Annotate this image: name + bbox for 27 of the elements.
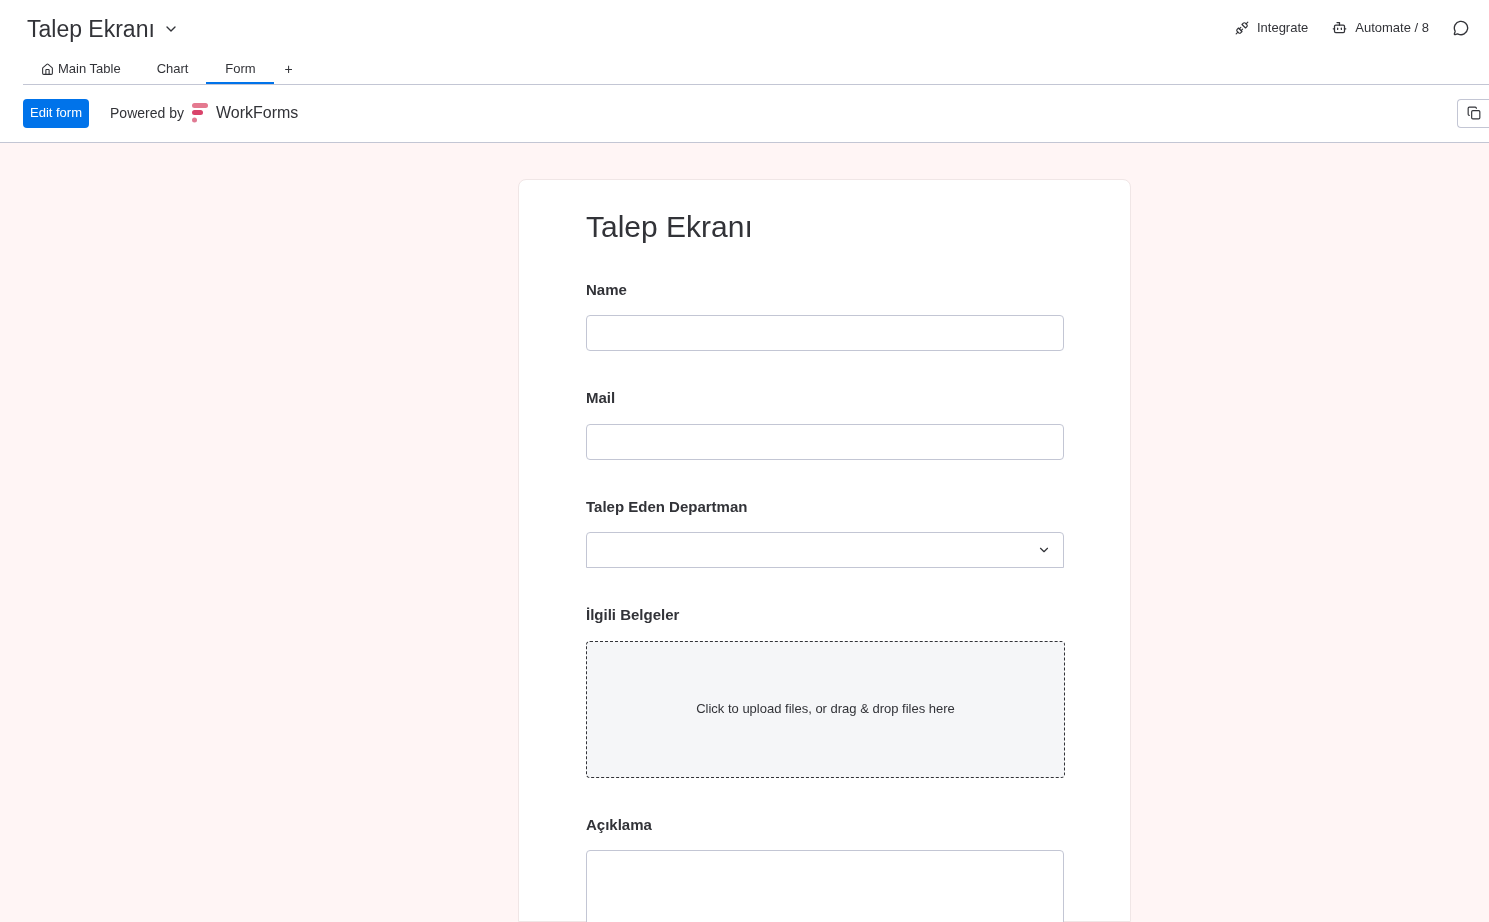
dropdown-field[interactable] (586, 532, 1064, 568)
brand-name: WorkForms (215, 103, 299, 123)
brand-logo-icon (191, 103, 208, 123)
text-field[interactable] (586, 423, 1064, 460)
powered-by-text: Powered by (110, 103, 184, 123)
board-title: Talep Ekranı (27, 15, 155, 44)
view-tab[interactable]: Form (206, 54, 275, 84)
edit-form-button[interactable]: Edit form (23, 98, 89, 128)
integrate-button[interactable]: Integrate (1234, 18, 1309, 38)
robot-icon (1332, 20, 1348, 36)
field-label: Açıklama (586, 814, 653, 835)
form-title: Talep Ekranı (586, 208, 754, 245)
text-field[interactable] (586, 315, 1064, 351)
view-tab[interactable]: Main Table (23, 54, 139, 84)
copy-button[interactable] (1457, 98, 1489, 128)
field-label: Mail (586, 388, 617, 408)
field-label: İlgili Belgeler (586, 605, 681, 625)
plug-icon (1234, 20, 1249, 35)
file-drop-zone[interactable]: Click to upload files, or drag & drop files here (586, 640, 1065, 778)
copy-icon (1466, 106, 1481, 120)
view-tab[interactable]: Chart (138, 54, 207, 84)
upload-hint: Click to upload files, or drag & drop files here (696, 700, 955, 719)
field-label: Talep Eden Departman (586, 496, 749, 517)
field-label: Name (586, 279, 628, 300)
comment-icon[interactable] (1453, 19, 1469, 36)
automate-button[interactable]: Automate / 8 (1332, 18, 1429, 38)
add-tab-button[interactable]: + (274, 54, 303, 84)
